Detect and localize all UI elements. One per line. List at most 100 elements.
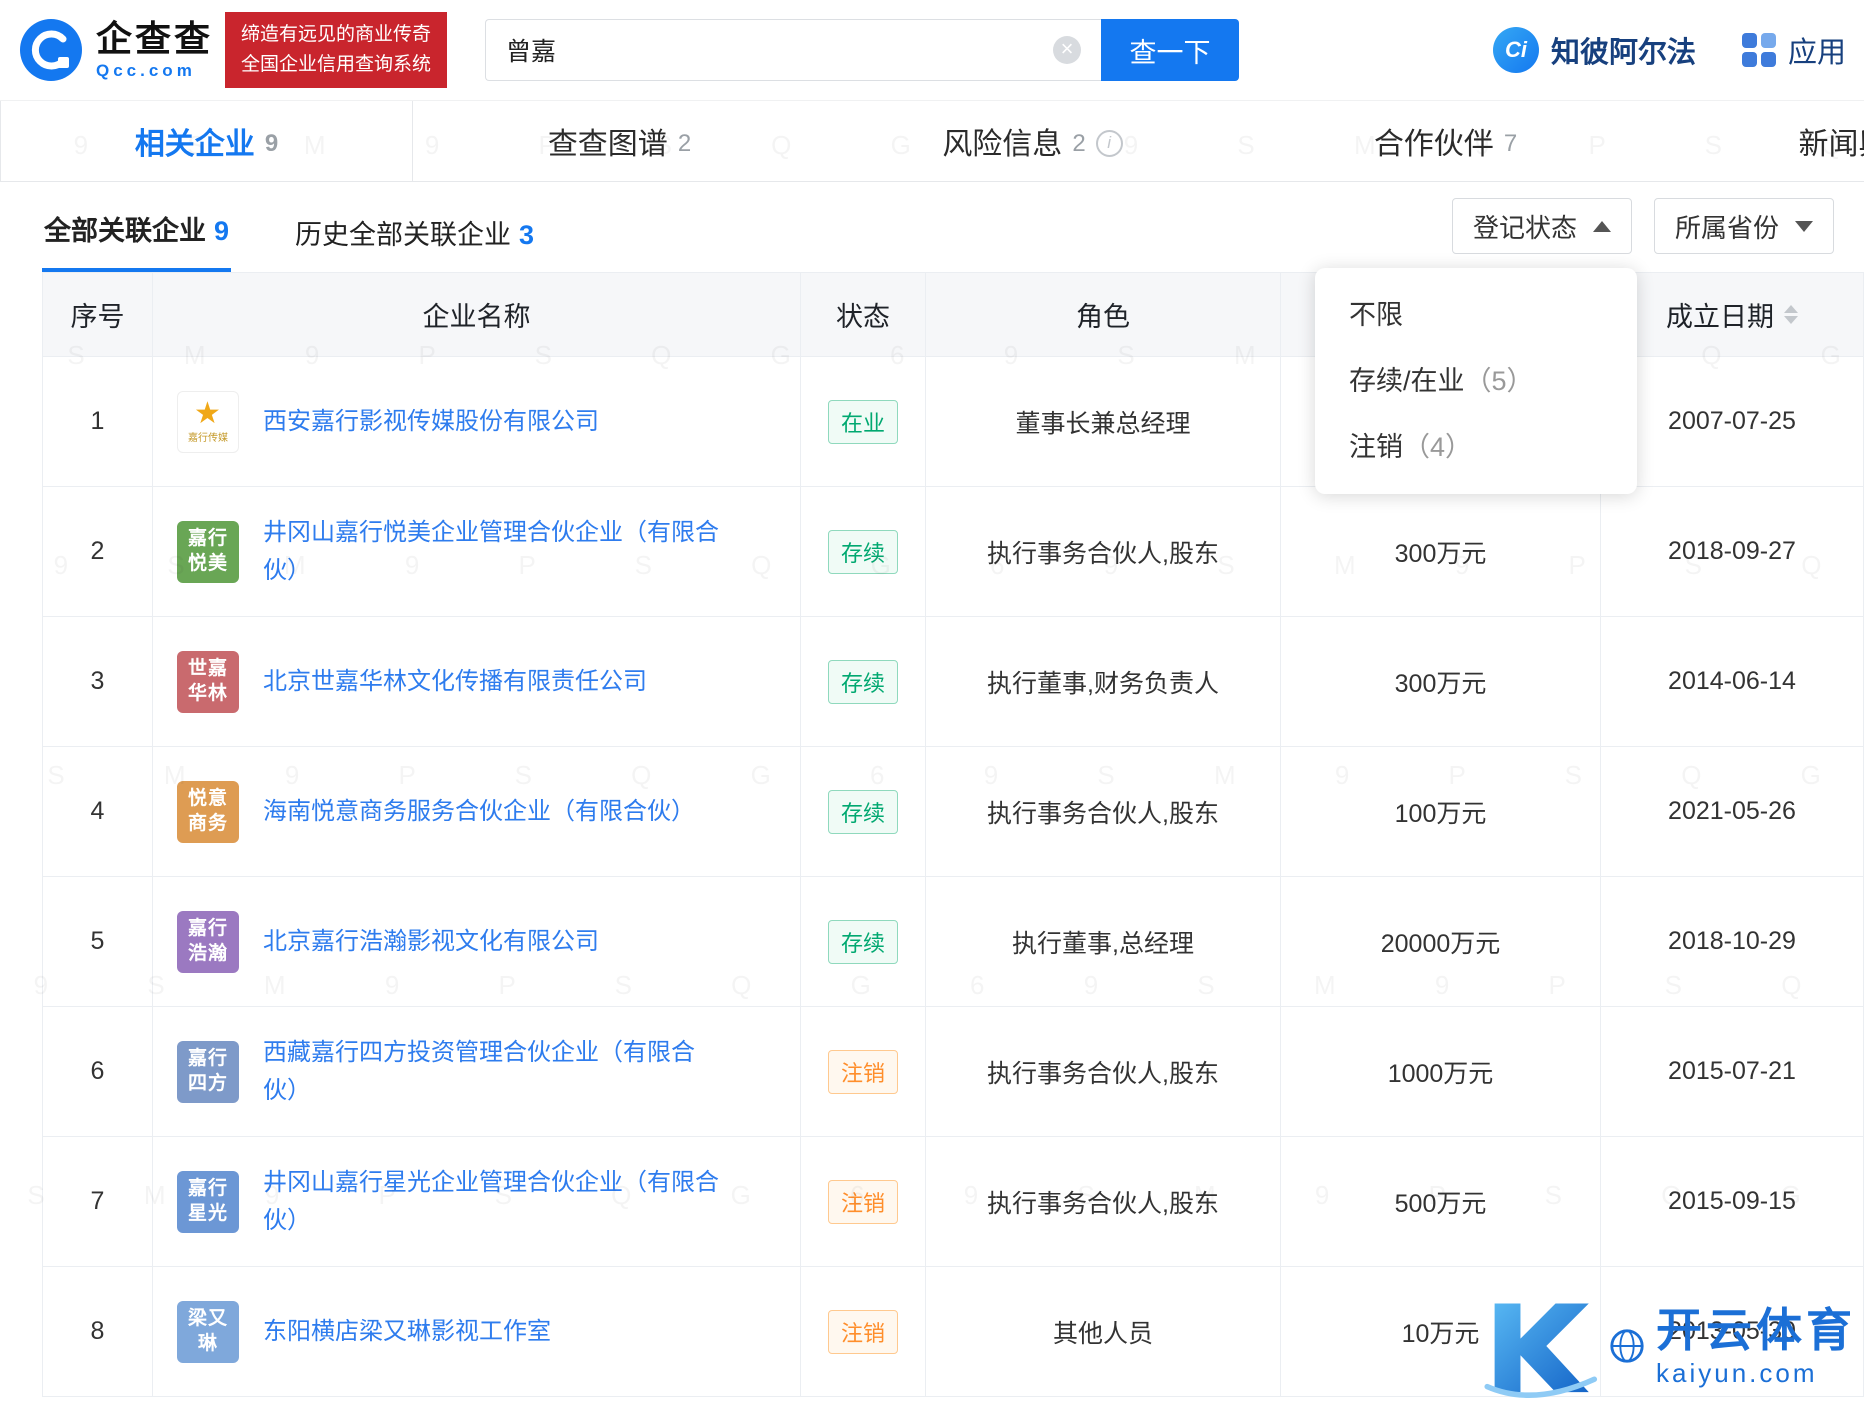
seq-cell: 7 [43, 1137, 153, 1266]
company-cell: 嘉行 悦美 井冈山嘉行悦美企业管理合伙企业（有限合伙） [153, 487, 801, 616]
top-header: 企查查 Qcc.com 缔造有远见的商业传奇 全国企业信用查询系统 × 查一下 … [0, 0, 1864, 100]
company-cell: 嘉行 星光 井冈山嘉行星光企业管理合伙企业（有限合伙） [153, 1137, 801, 1266]
subtab-all-related[interactable]: 全部关联企业 9 [42, 185, 232, 272]
dropdown-item-cancelled[interactable]: 注销（4） [1315, 414, 1637, 480]
dropdown-item-unlimited[interactable]: 不限 [1315, 282, 1637, 348]
company-name-link[interactable]: 北京嘉行浩瀚影视文化有限公司 [263, 923, 599, 960]
registration-status-dropdown: 不限 存续/在业（5） 注销（4） [1315, 268, 1637, 494]
company-logo: 嘉行 四方 [177, 1040, 239, 1103]
info-icon[interactable]: i [1095, 129, 1123, 157]
table-row: 6 嘉行 四方 西藏嘉行四方投资管理合伙企业（有限合伙） 注销 执行事务合伙人,… [43, 1007, 1863, 1137]
company-cell: 嘉行 浩瀚 北京嘉行浩瀚影视文化有限公司 [153, 877, 801, 1006]
tab-risk-info-label: 风险信息 [942, 128, 1063, 161]
subtab-history-related[interactable]: 历史全部关联企业 3 [293, 189, 536, 272]
status-badge: 注销 [827, 1309, 898, 1354]
date-cell: 2021-05-26 [1668, 797, 1796, 825]
company-logo: 世嘉 华林 [177, 650, 239, 713]
date-cell: 2014-06-14 [1668, 667, 1796, 695]
star-icon: ★ [194, 396, 222, 430]
seq-cell: 2 [43, 487, 153, 616]
kaiyun-text: 开云体育 kaiyun.com [1656, 1303, 1856, 1389]
tab-related-companies-label: 相关企业 [134, 128, 255, 161]
tab-related-companies[interactable]: 相关企业 9 [0, 101, 413, 181]
apps-link[interactable]: 应用 [1741, 29, 1846, 71]
qcc-logo[interactable]: 企查查 Qcc.com [18, 17, 213, 83]
table-row: 2 嘉行 悦美 井冈山嘉行悦美企业管理合伙企业（有限合伙） 存续 执行事务合伙人… [43, 487, 1863, 617]
tab-risk-info-count: 2 [1072, 129, 1086, 157]
search-button[interactable]: 查一下 [1101, 19, 1240, 81]
status-cell: 存续 [801, 747, 926, 876]
company-name-link[interactable]: 西藏嘉行四方投资管理合伙企业（有限合伙） [263, 1034, 723, 1108]
company-name-link[interactable]: 井冈山嘉行星光企业管理合伙企业（有限合伙） [263, 1164, 723, 1238]
capital-cell: 300万元 [1281, 487, 1601, 616]
chevron-up-icon [1592, 220, 1611, 232]
search-bar: × 查一下 [485, 19, 1240, 81]
company-name-link[interactable]: 东阳横店梁又琳影视工作室 [263, 1313, 551, 1350]
subtab-all-related-count: 9 [214, 216, 230, 246]
qcc-logo-en: Qcc.com [96, 61, 196, 81]
status-cell: 注销 [801, 1137, 926, 1266]
zhibi-alpha-icon: Ci [1492, 27, 1539, 73]
filter-province[interactable]: 所属省份 [1653, 198, 1834, 254]
subtab-all-related-label: 全部关联企业 [44, 216, 206, 246]
kaiyun-watermark: 开云体育 kaiyun.com [1478, 1294, 1856, 1398]
tab-partners[interactable]: 合作伙伴 7 [1239, 101, 1652, 181]
tab-news[interactable]: 新闻舆情 [1652, 101, 1864, 181]
tab-qcc-graph-count: 2 [677, 129, 692, 157]
slogan-line-1: 缔造有远见的商业传奇 [241, 23, 432, 45]
zhibi-alpha-link[interactable]: Ci 知彼阿尔法 [1492, 27, 1696, 73]
role-cell: 董事长兼总经理 [926, 357, 1281, 486]
slogan-banner: 缔造有远见的商业传奇 全国企业信用查询系统 [225, 11, 448, 89]
filter-registration-status-label: 登记状态 [1472, 212, 1577, 243]
tab-risk-info[interactable]: 风险信息 2 i [826, 101, 1239, 181]
company-name-link[interactable]: 西安嘉行影视传媒股份有限公司 [263, 403, 599, 440]
role-cell: 执行董事,总经理 [926, 877, 1281, 1006]
company-cell: 世嘉 华林 北京世嘉华林文化传播有限责任公司 [153, 617, 801, 746]
dropdown-item-active[interactable]: 存续/在业（5） [1315, 348, 1637, 414]
subtab-history-related-count: 3 [519, 220, 535, 250]
col-header-role: 角色 [926, 273, 1281, 356]
qcc-logo-cn: 企查查 [96, 17, 214, 59]
search-input[interactable] [485, 19, 1102, 81]
table-row: 7 嘉行 星光 井冈山嘉行星光企业管理合伙企业（有限合伙） 注销 执行事务合伙人… [43, 1137, 1863, 1267]
apps-label: 应用 [1787, 37, 1846, 69]
seq-cell: 8 [43, 1267, 153, 1396]
company-cell: 梁又 琳 东阳横店梁又琳影视工作室 [153, 1267, 801, 1396]
tab-qcc-graph[interactable]: 查查图谱 2 [413, 101, 826, 181]
clear-icon[interactable]: × [1053, 36, 1082, 64]
status-badge: 存续 [827, 919, 898, 964]
status-cell: 存续 [801, 877, 926, 1006]
status-badge: 存续 [827, 789, 898, 834]
role-cell: 执行事务合伙人,股东 [926, 747, 1281, 876]
status-badge: 注销 [827, 1049, 898, 1094]
status-badge: 存续 [827, 659, 898, 704]
seq-cell: 6 [43, 1007, 153, 1136]
col-header-company: 企业名称 [153, 273, 801, 356]
filter-registration-status[interactable]: 登记状态 [1451, 198, 1632, 254]
capital-cell: 300万元 [1281, 617, 1601, 746]
role-cell: 执行事务合伙人,股东 [926, 1007, 1281, 1136]
company-name-link[interactable]: 海南悦意商务服务合伙企业（有限合伙） [263, 793, 695, 830]
company-cell: ★ 嘉行传媒 西安嘉行影视传媒股份有限公司 [153, 357, 801, 486]
company-logo: ★ 嘉行传媒 [177, 390, 239, 453]
col-header-date: 成立日期 [1601, 273, 1863, 356]
dropdown-item-active-label: 存续/在业 [1349, 366, 1465, 396]
company-logo: 梁又 琳 [177, 1300, 239, 1363]
company-name-link[interactable]: 北京世嘉华林文化传播有限责任公司 [263, 663, 647, 700]
qcc-logo-icon [20, 19, 82, 81]
table-row: 5 嘉行 浩瀚 北京嘉行浩瀚影视文化有限公司 存续 执行董事,总经理 20000… [43, 877, 1863, 1007]
subtab-history-related-label: 历史全部关联企业 [295, 220, 512, 250]
sort-icon[interactable] [1784, 305, 1798, 324]
seq-cell: 1 [43, 357, 153, 486]
table-row: 4 悦意 商务 海南悦意商务服务合伙企业（有限合伙） 存续 执行事务合伙人,股东… [43, 747, 1863, 877]
dropdown-item-unlimited-label: 不限 [1349, 300, 1403, 330]
chevron-down-icon [1795, 220, 1813, 232]
status-cell: 在业 [801, 357, 926, 486]
tab-related-companies-count: 9 [264, 129, 279, 157]
company-name-link[interactable]: 井冈山嘉行悦美企业管理合伙企业（有限合伙） [263, 514, 723, 588]
date-cell: 2018-09-27 [1668, 537, 1796, 565]
capital-cell: 1000万元 [1281, 1007, 1601, 1136]
kaiyun-k-logo [1484, 1303, 1598, 1398]
header-right: Ci 知彼阿尔法 应用 [1492, 27, 1846, 73]
capital-cell: 500万元 [1281, 1137, 1601, 1266]
